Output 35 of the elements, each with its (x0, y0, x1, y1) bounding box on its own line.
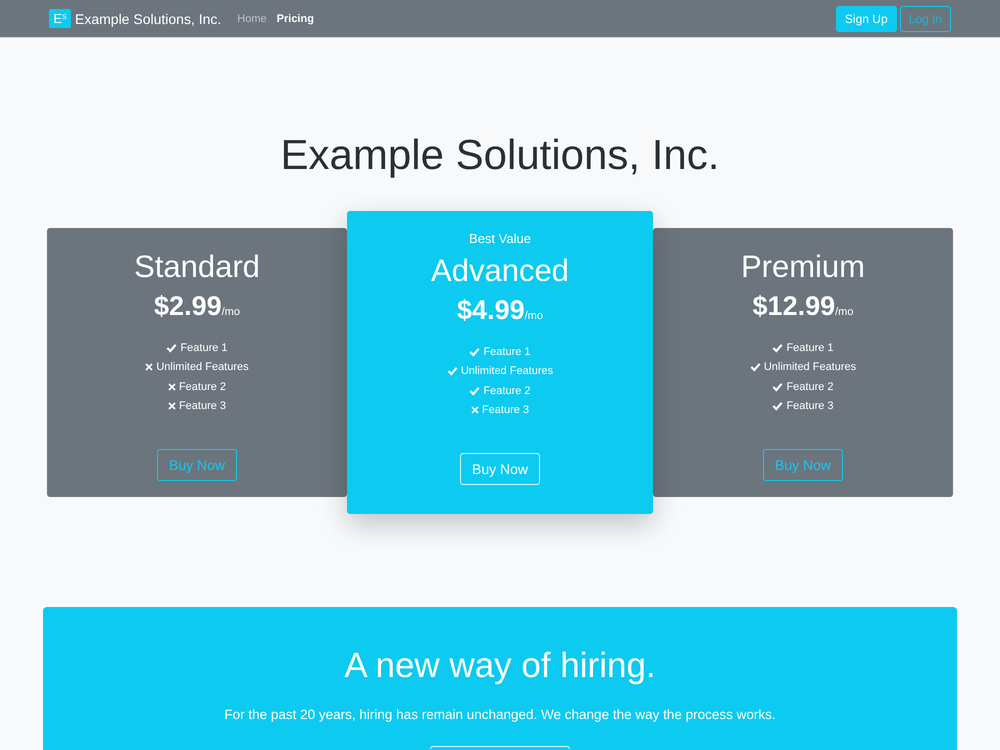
brand-name[interactable]: Example Solutions, Inc. (75, 10, 222, 26)
feature-label: Unlimited Features (156, 361, 249, 374)
feature-label: Feature 1 (483, 346, 531, 358)
feature-label: Feature 1 (180, 342, 228, 354)
price-period: /mo (524, 309, 543, 324)
plan-name: Premium (740, 248, 865, 286)
buy-now-button[interactable]: Buy Now (763, 449, 843, 481)
plan-price: $12.99 (752, 290, 836, 323)
plan-price: $4.99 (457, 294, 525, 327)
price-period: /mo (835, 305, 854, 320)
plan-highlight-label: Best Value (469, 230, 531, 248)
buy-now-button[interactable]: Buy Now (460, 453, 540, 485)
feature-label: Feature 3 (482, 404, 530, 416)
cta-button[interactable] (430, 746, 570, 749)
feature-label: Feature 3 (178, 400, 226, 412)
feature-label: Feature 1 (786, 342, 834, 354)
buy-now-button[interactable]: Buy Now (157, 449, 237, 481)
feature-label: Feature 2 (483, 384, 531, 397)
banner-title: A new way of hiring. (344, 645, 656, 687)
sign-up-button[interactable]: Sign Up (836, 6, 897, 32)
plan-name: Advanced (431, 252, 569, 290)
nav-link[interactable]: Home (237, 12, 267, 24)
banner-text: For the past 20 years, hiring has remain unchanged. We change the way the process works. (224, 706, 776, 724)
price-period: /mo (222, 305, 240, 320)
brand-logo: E$^{S}$ (49, 9, 71, 28)
feature-label: Unlimited Features (460, 365, 554, 378)
feature-label: Unlimited Features (764, 361, 856, 374)
feature-label: Feature 2 (786, 380, 834, 393)
nav-link[interactable]: Pricing (276, 12, 314, 24)
log-in-button[interactable]: Log In (900, 6, 951, 32)
plan-name: Standard (134, 248, 260, 286)
plan-price: $2.99 (154, 290, 222, 323)
feature-label: Feature 2 (178, 380, 226, 393)
hero-title: Example Solutions, Inc. (280, 130, 720, 180)
feature-label: Feature 3 (786, 400, 834, 412)
